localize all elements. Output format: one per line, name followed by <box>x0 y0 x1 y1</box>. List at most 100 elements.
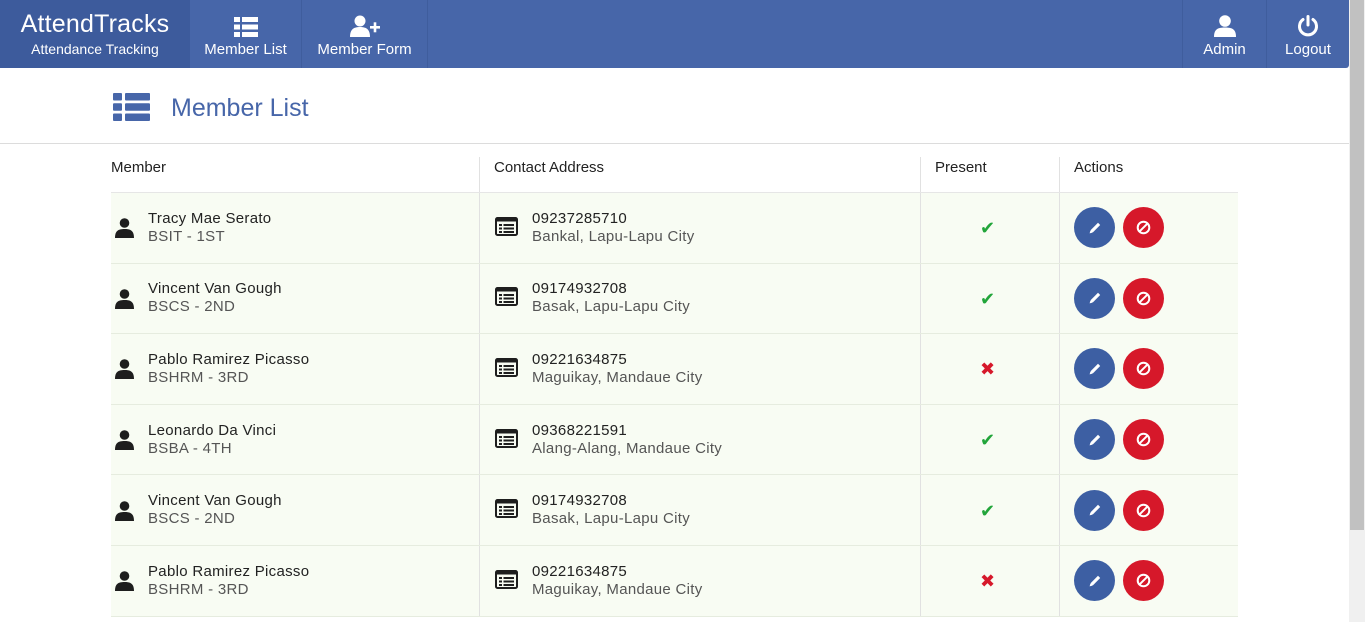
address-card-icon <box>495 428 518 453</box>
header-actions: Actions <box>1074 159 1124 176</box>
user-icon <box>115 359 134 384</box>
contact-info: 09174932708 Basak, Lapu-Lapu City <box>532 492 690 528</box>
brand-title: AttendTracks <box>20 9 170 38</box>
header-member: Member <box>111 157 480 192</box>
user-icon <box>115 218 134 243</box>
delete-button[interactable] <box>1123 207 1164 249</box>
nav-member-form-label: Member Form <box>317 40 412 58</box>
edit-button[interactable] <box>1074 277 1115 319</box>
contact-address: Maguikay, Mandaue City <box>532 368 703 386</box>
edit-button[interactable] <box>1074 207 1115 249</box>
contact-phone: 09368221591 <box>532 421 628 439</box>
ban-icon <box>1136 503 1151 517</box>
edit-button[interactable] <box>1074 419 1115 461</box>
actions-cell <box>1060 264 1238 334</box>
nav-admin[interactable]: Admin <box>1182 0 1266 68</box>
brand-subtitle: Attendance Tracking <box>31 40 159 57</box>
contact-address: Alang-Alang, Mandaue City <box>532 439 723 457</box>
contact-info: 09221634875 Maguikay, Mandaue City <box>532 351 703 387</box>
member-info: Pablo Ramirez Picasso BSHRM - 3RD <box>148 563 309 599</box>
user-icon <box>115 500 134 526</box>
table-row: Vincent Van Gough BSCS - 2ND 09174932708… <box>111 475 1238 546</box>
delete-button[interactable] <box>1123 277 1164 319</box>
brand[interactable]: AttendTracks Attendance Tracking <box>0 0 190 68</box>
delete-button[interactable] <box>1123 419 1164 461</box>
member-info: Pablo Ramirez Picasso BSHRM - 3RD <box>148 351 309 387</box>
present-cell: ✖ <box>921 334 1060 404</box>
ban-icon <box>1136 220 1151 235</box>
actions-cell <box>1060 334 1238 404</box>
contact-cell: 09368221591 Alang-Alang, Mandaue City <box>480 404 921 475</box>
ban-icon <box>1136 291 1151 306</box>
delete-button[interactable] <box>1123 560 1164 602</box>
cross-icon: ✖ <box>979 359 996 380</box>
table-body: Tracy Mae Serato BSIT - 1ST 09237285710 … <box>111 193 1238 617</box>
contact-cell: 09174932708 Basak, Lapu-Lapu City <box>480 263 921 334</box>
edit-button[interactable] <box>1074 560 1115 602</box>
user-icon <box>115 571 134 596</box>
ban-icon <box>1136 432 1151 447</box>
delete-button[interactable] <box>1123 489 1164 531</box>
member-course: BSIT - 1ST <box>148 227 225 245</box>
nav-member-form[interactable]: Member Form <box>302 0 428 68</box>
table-row: Vincent Van Gough BSCS - 2ND 09174932708… <box>111 263 1238 335</box>
contact-phone: 09174932708 <box>532 492 628 510</box>
pencil-icon <box>1089 575 1100 587</box>
contact-address: Maguikay, Mandaue City <box>532 580 703 598</box>
scrollbar-thumb[interactable] <box>1350 0 1364 530</box>
present-cell: ✔ <box>921 475 1060 545</box>
pencil-icon <box>1089 504 1100 516</box>
contact-cell: 09237285710 Bankal, Lapu-Lapu City <box>480 193 921 263</box>
contact-address: Basak, Lapu-Lapu City <box>532 298 691 316</box>
page-title: Member List <box>171 94 309 122</box>
member-info: Tracy Mae Serato BSIT - 1ST <box>148 210 271 246</box>
nav-member-list[interactable]: Member List <box>190 0 302 68</box>
user-plus-icon <box>349 11 380 37</box>
top-navbar: AttendTracks Attendance Tracking Member … <box>0 0 1349 68</box>
user-icon <box>1213 11 1236 37</box>
contact-phone: 09221634875 <box>532 350 628 368</box>
delete-button[interactable] <box>1123 348 1164 390</box>
page-header: Member List <box>0 68 1349 144</box>
actions-cell <box>1060 405 1238 475</box>
member-name: Vincent Van Gough <box>148 280 282 298</box>
member-info: Leonardo Da Vinci BSBA - 4TH <box>148 422 276 458</box>
member-cell: Tracy Mae Serato BSIT - 1ST <box>111 193 480 263</box>
table-row: Pablo Ramirez Picasso BSHRM - 3RD 092216… <box>111 334 1238 405</box>
member-cell: Vincent Van Gough BSCS - 2ND <box>111 475 480 545</box>
member-info: Vincent Van Gough BSCS - 2ND <box>148 280 282 316</box>
present-cell: ✔ <box>921 263 1060 334</box>
member-cell: Leonardo Da Vinci BSBA - 4TH <box>111 404 480 475</box>
edit-button[interactable] <box>1074 348 1115 390</box>
member-name: Leonardo Da Vinci <box>148 421 277 439</box>
member-course: BSCS - 2ND <box>148 510 236 528</box>
table-header: Member Contact Address Present Actions <box>111 157 1238 193</box>
contact-phone: 09237285710 <box>532 209 628 227</box>
contact-phone: 09221634875 <box>532 562 628 580</box>
member-course: BSHRM - 3RD <box>148 580 249 598</box>
present-cell: ✔ <box>921 404 1060 475</box>
check-icon: ✔ <box>979 500 996 521</box>
power-icon <box>1297 11 1319 37</box>
member-course: BSHRM - 3RD <box>148 368 249 386</box>
actions-cell <box>1060 475 1238 545</box>
table-row: Pablo Ramirez Picasso BSHRM - 3RD 092216… <box>111 545 1238 617</box>
address-card-icon <box>495 569 518 594</box>
cross-icon: ✖ <box>979 571 996 592</box>
nav-logout[interactable]: Logout <box>1266 0 1349 68</box>
address-card-icon <box>495 287 518 311</box>
edit-button[interactable] <box>1074 489 1115 531</box>
member-name: Vincent Van Gough <box>148 492 282 510</box>
address-card-icon <box>495 216 518 241</box>
check-icon: ✔ <box>979 430 996 451</box>
member-course: BSCS - 2ND <box>148 298 236 316</box>
pencil-icon <box>1089 434 1100 445</box>
nav-member-list-label: Member List <box>204 40 287 58</box>
contact-info: 09174932708 Basak, Lapu-Lapu City <box>532 280 690 316</box>
member-name: Pablo Ramirez Picasso <box>148 562 310 580</box>
contact-address: Basak, Lapu-Lapu City <box>532 510 691 528</box>
pencil-icon <box>1089 222 1100 234</box>
page-scrollbar[interactable] <box>1349 0 1365 622</box>
header-contact: Contact Address <box>480 157 921 192</box>
list-icon <box>113 93 150 126</box>
